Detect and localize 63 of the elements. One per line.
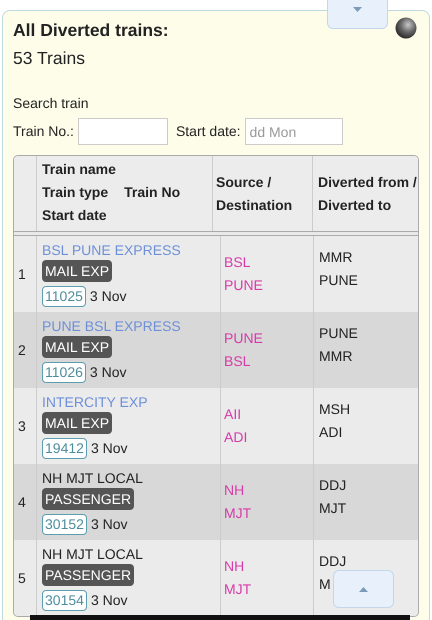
column-header: Source / Destination [216, 172, 294, 214]
row-number: 5 [18, 568, 26, 588]
diverted-from-station: DDJ [319, 552, 346, 571]
destination-station: ADI [224, 428, 248, 447]
train-name: NH MJT LOCAL [42, 469, 144, 488]
diverted-to-station: ADI [319, 423, 342, 442]
caret-up-icon [359, 586, 368, 592]
diverted-to-station: M [319, 575, 331, 594]
train-type-tag: MAIL EXP [42, 260, 112, 282]
source-station: NH [224, 557, 244, 576]
train-name: PUNE BSL EXPRESS [42, 317, 182, 336]
page-title: All Diverted trains: [13, 19, 169, 41]
column-header: Start date [42, 206, 108, 225]
scroll-down-button[interactable] [327, 0, 388, 29]
source-station: NH [224, 481, 244, 500]
diverted-from-station: MSH [319, 400, 350, 419]
search-heading: Search train [13, 94, 90, 113]
source-station: PUNE [224, 329, 263, 348]
train-number-link[interactable]: 30154 [42, 590, 87, 611]
source-station: AII [224, 405, 242, 424]
row-number: 3 [18, 416, 26, 436]
diverted-from-station: MMR [319, 248, 352, 267]
row-number: 2 [18, 340, 26, 360]
train-number-link[interactable]: 11025 [42, 286, 86, 307]
train-type-tag: MAIL EXP [42, 336, 112, 358]
start-date: 3 Nov [90, 363, 126, 382]
source-station: BSL [224, 253, 250, 272]
diverted-to-station: PUNE [319, 271, 358, 290]
column-header: Train No [124, 183, 180, 202]
start-date: 3 Nov [90, 287, 126, 306]
destination-station: MJT [224, 580, 252, 599]
start-date: 3 Nov [90, 439, 128, 458]
column-header: Train type [42, 183, 108, 202]
column-header: Diverted from / Diverted to [318, 172, 418, 214]
destination-station: PUNE [224, 276, 263, 295]
train-type-tag: PASSENGER [42, 488, 134, 510]
column-header: Train name [42, 160, 117, 179]
train-name: NH MJT LOCAL [42, 545, 144, 564]
caret-down-icon [353, 7, 362, 12]
diverted-from-station: PUNE [319, 324, 358, 343]
train-count: 53 Trains [13, 47, 86, 69]
sphere-icon[interactable] [395, 17, 417, 40]
row-number: 4 [18, 492, 26, 512]
row-number: 1 [18, 264, 26, 284]
train-number-link[interactable]: 19412 [42, 438, 87, 459]
train-number-field[interactable] [78, 118, 168, 145]
diverted-to-station: MMR [319, 347, 352, 366]
scroll-up-button[interactable] [333, 570, 394, 608]
train-name: INTERCITY EXP [42, 393, 149, 412]
destination-station: MJT [224, 504, 252, 523]
diverted-to-station: MJT [319, 499, 346, 518]
train-number-link[interactable]: 11026 [42, 362, 86, 383]
start-date: 3 Nov [90, 591, 128, 610]
start-date: 3 Nov [90, 515, 128, 534]
field-label: Start date: [176, 122, 241, 141]
start-date-field[interactable]: dd Mon [244, 118, 343, 145]
train-number-link[interactable]: 30152 [42, 514, 87, 535]
train-name: BSL PUNE EXPRESS [42, 241, 182, 260]
train-type-tag: PASSENGER [42, 564, 134, 586]
diverted-from-station: DDJ [319, 476, 346, 495]
destination-station: BSL [224, 352, 250, 371]
train-type-tag: MAIL EXP [42, 412, 112, 434]
field-label: Train No.: [13, 122, 74, 141]
